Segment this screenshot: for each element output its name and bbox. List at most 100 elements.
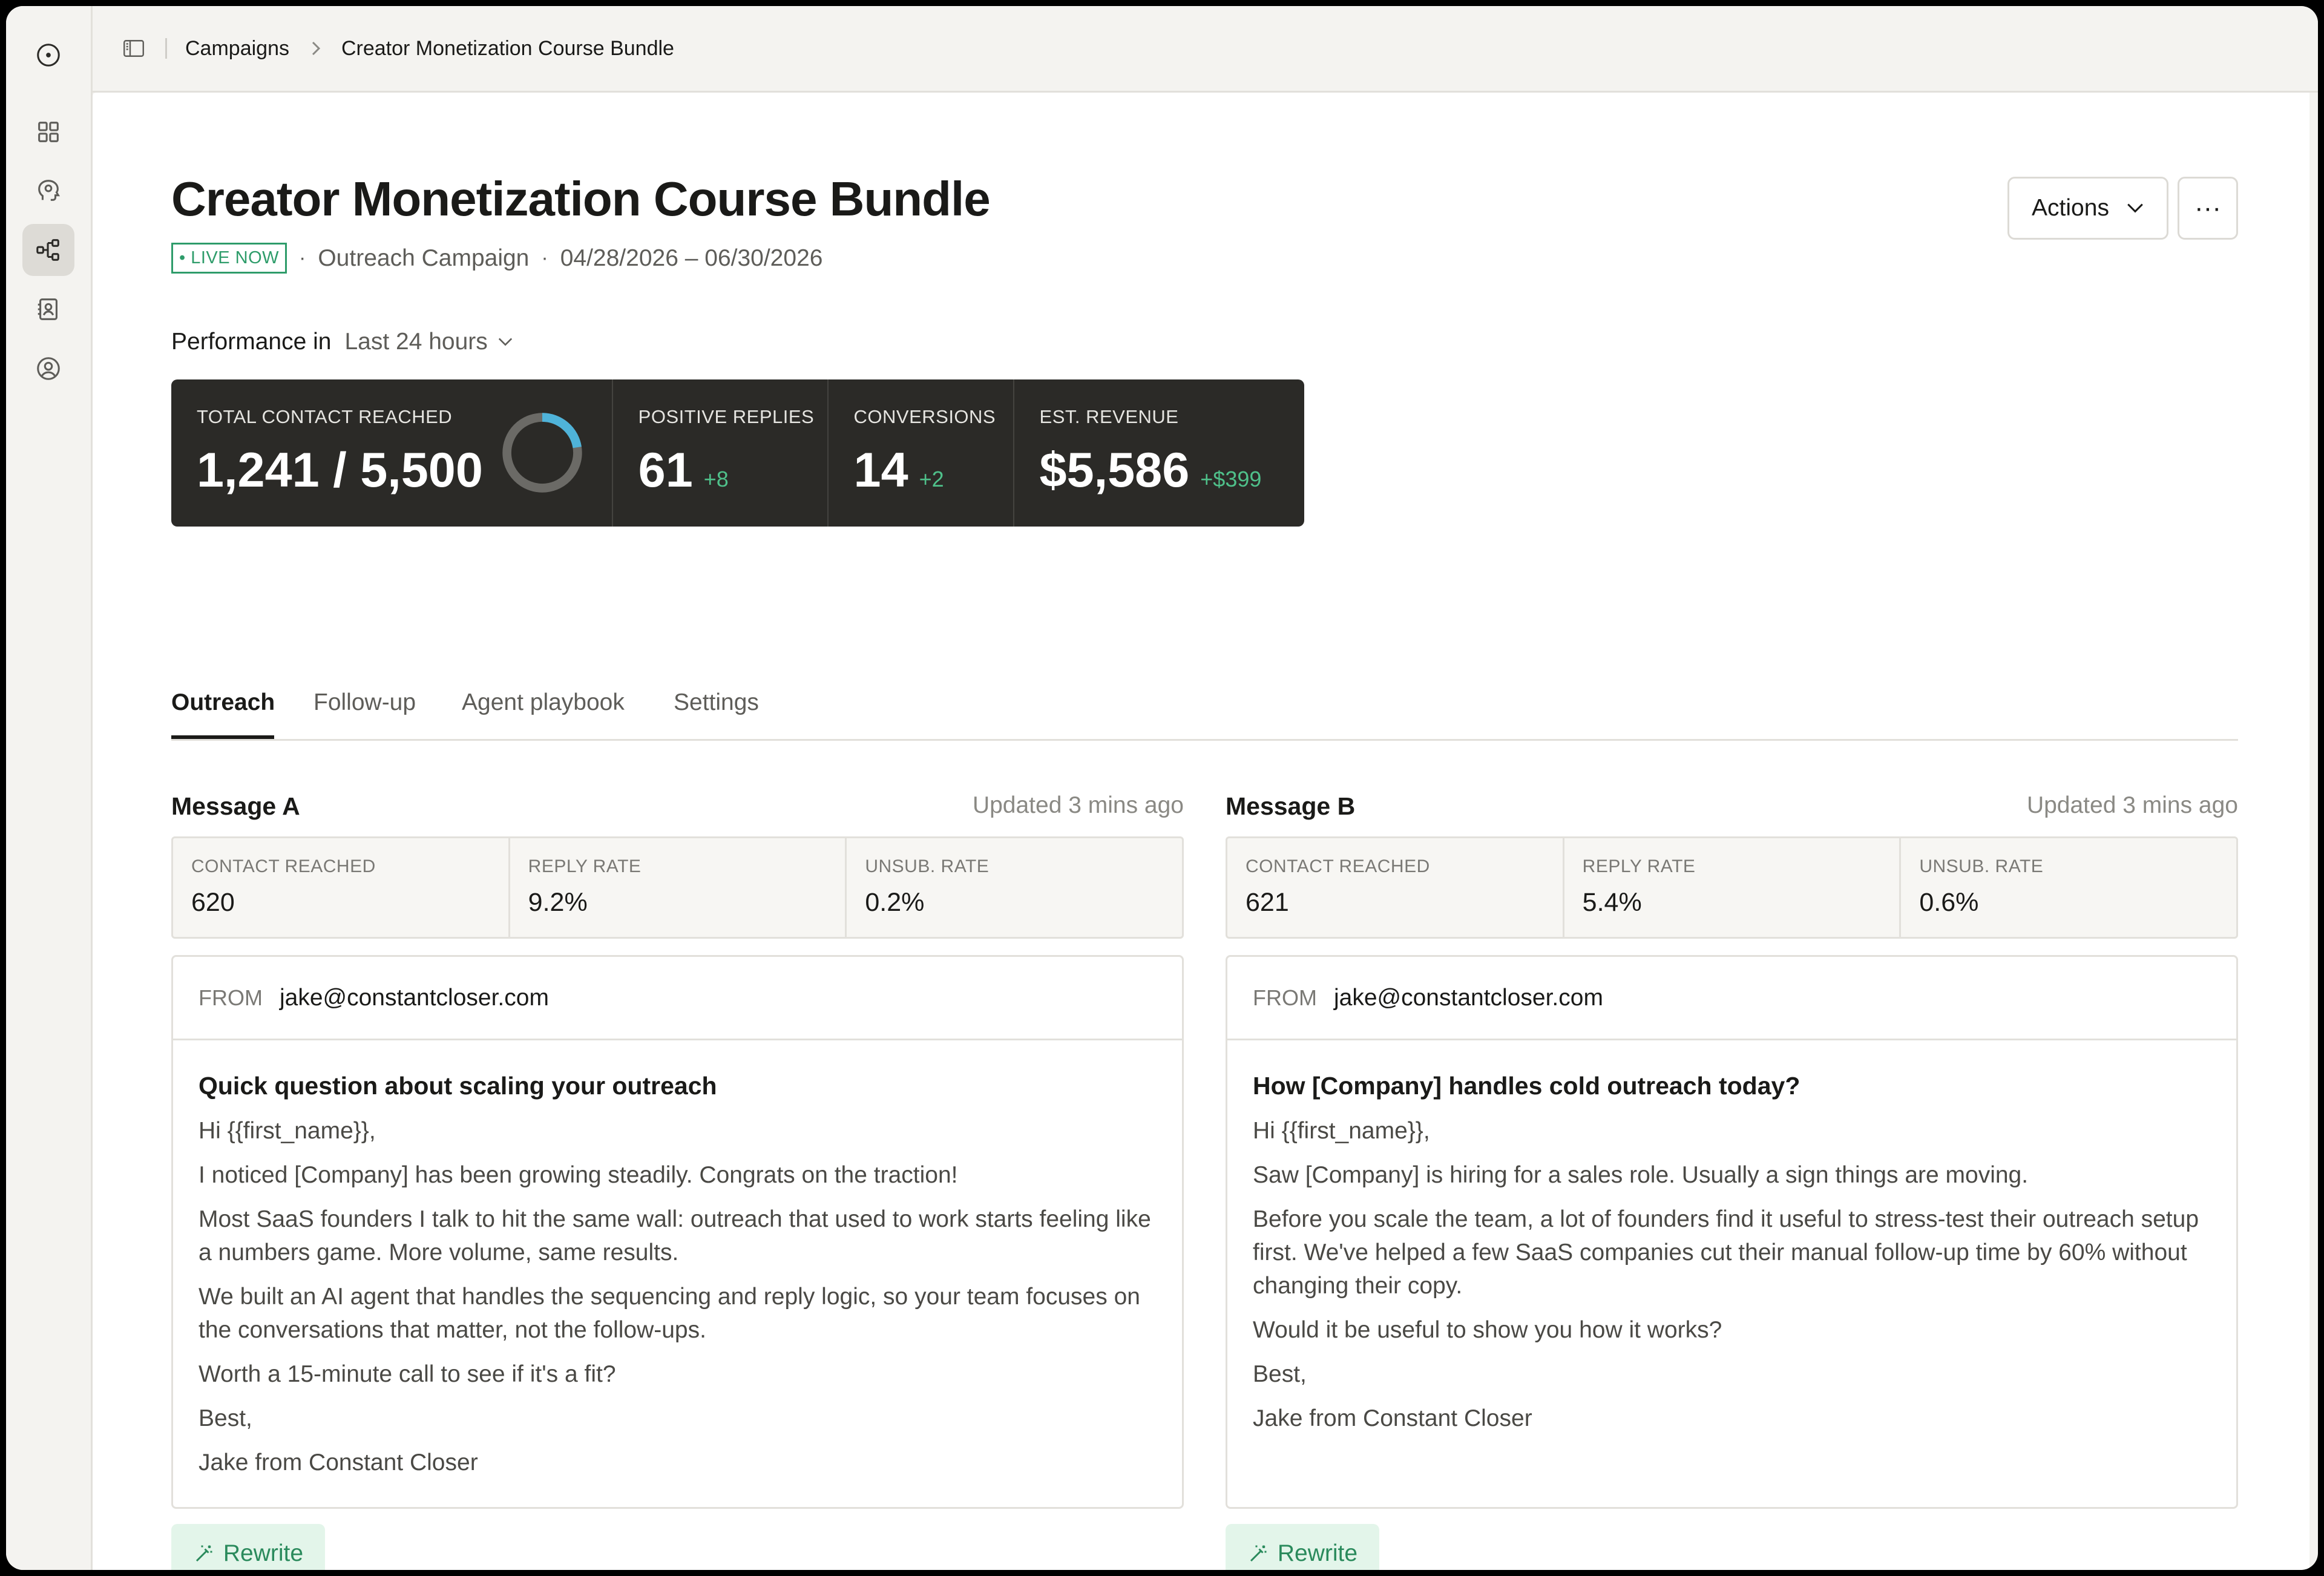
performance-label: Performance in — [171, 329, 332, 355]
message-stat-label: REPLY RATE — [1582, 856, 1696, 876]
stat-label: POSITIVE REPLIES — [638, 406, 815, 427]
message-updated: Updated 3 mins ago — [972, 792, 1184, 818]
chevron-right-icon — [309, 40, 322, 57]
email-line: Jake from Constant Closer — [199, 1450, 478, 1476]
from-row: FROM jake@constantcloser.com — [173, 957, 1182, 1040]
message-stat: UNSUB. RATE 0.6% — [1901, 838, 2236, 937]
breadcrumb-current: Creator Monetization Course Bundle — [341, 36, 674, 60]
rewrite-label: Rewrite — [1277, 1540, 1358, 1566]
message-stat: CONTACT REACHED 621 — [1227, 838, 1564, 937]
top-bar: Campaigns Creator Monetization Course Bu… — [93, 6, 2318, 93]
message-stats: CONTACT REACHED 621 REPLY RATE 5.4% UNSUB.… — [1226, 836, 2238, 939]
divider — [165, 38, 167, 59]
more-options-button[interactable]: ··· — [2178, 177, 2238, 240]
message-stat-label: CONTACT REACHED — [1246, 856, 1430, 876]
message-header: Message A Updated 3 mins ago — [171, 789, 1184, 825]
sidebar-toggle-icon[interactable] — [123, 36, 147, 61]
campaign-dates: 04/28/2026 – 06/30/2026 — [560, 245, 823, 271]
actions-dropdown[interactable]: Actions — [2007, 177, 2168, 240]
email-line: Jake from Constant Closer — [1253, 1405, 1532, 1431]
logo-icon[interactable] — [22, 29, 74, 81]
meta-separator: · — [541, 246, 548, 269]
from-label: FROM — [199, 985, 263, 1010]
email-line: Hi {{first_name}}, — [1253, 1118, 1430, 1144]
page-title: Creator Monetization Course Bundle — [171, 172, 991, 226]
message-b-panel: Message B Updated 3 mins ago CONTACT REA… — [1226, 789, 2238, 1570]
stat-label: TOTAL CONTACT REACHED — [197, 406, 453, 427]
email-preview[interactable]: FROM jake@constantcloser.com Quick quest… — [171, 955, 1184, 1509]
message-stat: UNSUB. RATE 0.2% — [847, 838, 1182, 937]
campaign-type: Outreach Campaign — [318, 245, 530, 271]
rewrite-button[interactable]: Rewrite — [171, 1524, 325, 1570]
email-line: I noticed [Company] has been growing ste… — [199, 1162, 958, 1188]
email-line: Before you scale the team, a lot of foun… — [1253, 1206, 2199, 1299]
stat-total-reached: TOTAL CONTACT REACHED 1,241 / 5,500 — [171, 379, 613, 527]
email-subject: Quick question about scaling your outrea… — [199, 1072, 717, 1100]
tab-outreach[interactable]: Outreach — [171, 689, 275, 716]
stat-value-row: 61 +8 — [638, 442, 729, 499]
magic-wand-icon — [1250, 1545, 1267, 1562]
tab-settings[interactable]: Settings — [674, 689, 759, 716]
email-line: Would it be useful to show you how it wo… — [1253, 1317, 1722, 1343]
message-stat-value: 9.2% — [528, 888, 588, 917]
from-label: FROM — [1253, 985, 1317, 1010]
stat-value: 61 — [638, 443, 693, 497]
icon-rail — [6, 6, 93, 1570]
email-line: Hi {{first_name}}, — [199, 1118, 376, 1144]
email-preview[interactable]: FROM jake@constantcloser.com How [Compan… — [1226, 955, 2238, 1509]
contacts-icon[interactable] — [22, 283, 74, 335]
message-stat-value: 621 — [1246, 888, 1289, 917]
email-body: Hi {{first_name}}, I noticed [Company] h… — [199, 1114, 1161, 1490]
workflow-icon[interactable] — [22, 224, 74, 276]
message-updated: Updated 3 mins ago — [2026, 792, 2238, 818]
stat-label: CONVERSIONS — [853, 406, 996, 427]
message-stat-value: 0.6% — [1919, 888, 1979, 917]
email-line: Saw [Company] is hiring for a sales role… — [1253, 1162, 2029, 1188]
message-title: Message A — [171, 792, 300, 820]
stat-delta: +8 — [703, 467, 729, 491]
meta-separator: · — [299, 246, 306, 269]
chevron-down-icon — [498, 338, 512, 346]
message-title: Message B — [1226, 792, 1356, 820]
message-stat-label: UNSUB. RATE — [865, 856, 990, 876]
from-row: FROM jake@constantcloser.com — [1227, 957, 2236, 1040]
rewrite-button[interactable]: Rewrite — [1226, 1524, 1379, 1570]
email-line: Most SaaS founders I talk to hit the sam… — [199, 1206, 1151, 1266]
email-subject: How [Company] handles cold outreach toda… — [1253, 1072, 1800, 1100]
email-body: Hi {{first_name}}, Saw [Company] is hiri… — [1253, 1114, 2215, 1446]
stat-value: 14 — [853, 443, 908, 497]
stat-value: $5,586 — [1039, 443, 1190, 497]
time-range-value: Last 24 hours — [344, 329, 488, 355]
time-range-dropdown[interactable]: Last 24 hours — [344, 329, 513, 355]
tab-agent-playbook[interactable]: Agent playbook — [462, 689, 625, 716]
dashboard-icon[interactable] — [22, 106, 74, 158]
stat-est-revenue: EST. REVENUE $5,586 +$399 — [1014, 379, 1304, 527]
message-stat-value: 620 — [191, 888, 235, 917]
ellipsis-icon: ··· — [2194, 193, 2221, 223]
main-panel: Creator Monetization Course Bundle • LIV… — [93, 93, 2309, 1570]
chevron-down-icon — [2127, 203, 2143, 213]
stat-delta: +2 — [919, 467, 944, 491]
tab-follow-up[interactable]: Follow-up — [313, 689, 416, 716]
stat-positive-replies: POSITIVE REPLIES 61 +8 — [613, 379, 829, 527]
agent-icon[interactable] — [22, 165, 74, 217]
message-stat-label: UNSUB. RATE — [1919, 856, 2044, 876]
profile-icon[interactable] — [22, 343, 74, 395]
email-line: Best, — [1253, 1361, 1307, 1387]
breadcrumb-campaigns[interactable]: Campaigns — [185, 37, 289, 61]
stat-value-row: 14 +2 — [854, 442, 944, 499]
status-badge: • LIVE NOW — [171, 243, 287, 274]
performance-filter: Performance in Last 24 hours — [171, 329, 513, 355]
app-window: Campaigns Creator Monetization Course Bu… — [6, 6, 2318, 1570]
message-header: Message B Updated 3 mins ago — [1226, 789, 2238, 825]
email-line: We built an AI agent that handles the se… — [199, 1284, 1140, 1343]
stat-value-row: $5,586 +$399 — [1040, 442, 1262, 499]
active-tab-indicator — [171, 735, 274, 739]
message-stat-label: REPLY RATE — [528, 856, 642, 876]
stat-value: 1,241 / 5,500 — [197, 443, 483, 497]
message-stat-value: 0.2% — [865, 888, 925, 917]
email-line: Worth a 15-minute call to see if it's a … — [199, 1361, 616, 1387]
stat-conversions: CONVERSIONS 14 +2 — [829, 379, 1014, 527]
stat-delta: +$399 — [1200, 467, 1262, 491]
rewrite-label: Rewrite — [223, 1540, 304, 1566]
